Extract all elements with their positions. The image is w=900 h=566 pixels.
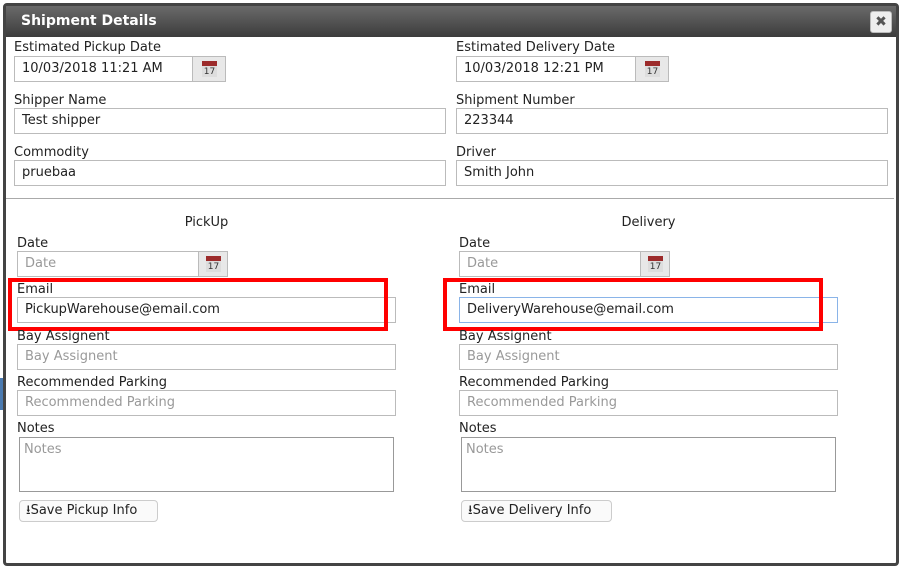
close-icon[interactable]: ✖ <box>870 11 892 33</box>
delivery-notes-textarea[interactable]: Notes <box>461 437 836 492</box>
highlight-box <box>443 278 823 331</box>
pickup-date-input[interactable]: Date <box>17 251 200 277</box>
delivery-bay-input[interactable]: Bay Assignent <box>459 344 838 370</box>
pickup-date-label: Date <box>17 236 49 251</box>
driver-input[interactable]: Smith John <box>456 160 888 186</box>
calendar-icon[interactable]: 17 <box>192 56 226 82</box>
pickup-bay-input[interactable]: Bay Assignent <box>17 344 396 370</box>
shipper-name-input[interactable]: Test shipper <box>14 108 446 134</box>
delivery-parking-label: Recommended Parking <box>459 375 609 390</box>
shipper-name-label: Shipper Name <box>14 93 107 108</box>
pickup-date-input[interactable]: 10/03/2018 11:21 AM <box>14 56 193 82</box>
delivery-date-label: Date <box>459 236 491 251</box>
delivery-bay-label: Bay Assignent <box>459 329 552 344</box>
delivery-heading: Delivery <box>621 215 676 230</box>
delivery-date-label: Estimated Delivery Date <box>456 40 615 55</box>
pickup-notes-textarea[interactable]: Notes <box>19 437 394 492</box>
divider <box>6 198 894 199</box>
save-pickup-button[interactable]: ⭳Save Pickup Info <box>19 500 158 522</box>
pickup-heading: PickUp <box>184 215 229 230</box>
pickup-parking-input[interactable]: Recommended Parking <box>17 390 396 416</box>
pickup-parking-label: Recommended Parking <box>17 375 167 390</box>
highlight-box <box>8 278 388 331</box>
delivery-parking-input[interactable]: Recommended Parking <box>459 390 838 416</box>
driver-label: Driver <box>456 145 497 160</box>
calendar-icon[interactable]: 17 <box>640 251 670 277</box>
shipment-number-label: Shipment Number <box>456 93 575 108</box>
commodity-input[interactable]: pruebaa <box>14 160 446 186</box>
delivery-notes-label: Notes <box>459 421 497 436</box>
calendar-icon[interactable]: 17 <box>635 56 669 82</box>
delivery-date-input[interactable]: 10/03/2018 12:21 PM <box>456 56 637 82</box>
dialog-title: Shipment Details <box>6 6 896 37</box>
pickup-date-label: Estimated Pickup Date <box>14 40 161 55</box>
pickup-bay-label: Bay Assignent <box>17 329 110 344</box>
shipment-number-input[interactable]: 223344 <box>456 108 888 134</box>
pickup-notes-label: Notes <box>17 421 55 436</box>
delivery-date-input[interactable]: Date <box>459 251 642 277</box>
commodity-label: Commodity <box>14 145 89 160</box>
calendar-icon[interactable]: 17 <box>198 251 228 277</box>
save-delivery-button[interactable]: ⭳Save Delivery Info <box>461 500 612 522</box>
